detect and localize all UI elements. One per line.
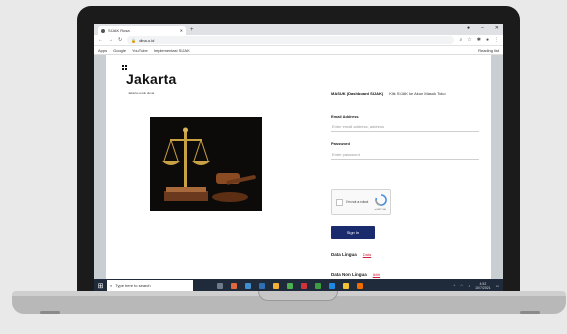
login-card: Jakarta Jakarta untuk dunia MASUK (Dashb…	[106, 55, 491, 279]
form-header-note: Klik SIJAK ke Akun Masuk Toko	[389, 91, 446, 96]
reading-list-button[interactable]: Reading list	[478, 48, 499, 53]
taskbar-app-icon[interactable]	[287, 282, 293, 289]
chevron-up-icon[interactable]: ^	[454, 284, 456, 288]
clock-date: 10/7/2021	[475, 285, 491, 290]
taskbar-app-icon[interactable]	[245, 282, 251, 289]
bookmarks-bar: Apps Google YouTube Implementasi SIJAK R…	[94, 46, 503, 55]
forward-arrow-icon[interactable]: →	[108, 37, 113, 43]
page-background: Jakarta Jakarta untuk dunia MASUK (Dashb…	[94, 55, 503, 279]
menu-kebab-icon[interactable]: ⋮	[494, 37, 499, 43]
system-tray: ^ ◠ ♪ 4:52 10/7/2021 ▭	[454, 282, 503, 290]
jakarta-logo: Jakarta	[122, 65, 177, 87]
taskbar-app-icon[interactable]	[273, 282, 279, 289]
browser-toolbar: ← → ↻ 🔒 dina.o.id ⌕ ☆ ✱ ● ⋮	[94, 35, 503, 46]
laptop-scene: SIJAK Rusa ✕ + ● – ✕ ← → ↻ 🔒 dina.o.id ⌕…	[0, 0, 567, 334]
close-window-button[interactable]: ✕	[495, 25, 499, 31]
logo-tagline: Jakarta untuk dunia	[128, 91, 155, 95]
recaptcha-label: I'm not a robot	[346, 200, 369, 204]
logo-dots-icon	[122, 65, 130, 73]
taskbar-search-icon: ⌕	[110, 283, 113, 288]
logo-text: Jakarta	[126, 71, 177, 87]
maximize-button[interactable]: –	[481, 25, 484, 31]
taskbar-app-icon[interactable]	[315, 282, 321, 289]
recaptcha-checkbox[interactable]	[336, 199, 343, 206]
taskbar-app-icon[interactable]	[329, 282, 335, 289]
new-tab-button[interactable]: +	[190, 27, 194, 33]
data-lingua-row: Data Lingua Data	[331, 252, 371, 257]
form-header: MASUK (Dashboard SIJAK) Klik SIJAK ke Aku…	[331, 91, 446, 96]
email-label: Email Address	[331, 114, 359, 119]
address-bar[interactable]: 🔒 dina.o.id	[127, 36, 455, 44]
minimize-button[interactable]: ●	[467, 25, 470, 31]
bookmark-youtube[interactable]: YouTube	[132, 48, 148, 53]
sign-in-button[interactable]: Sign In	[331, 226, 375, 239]
bookmark-implementasi[interactable]: Implementasi SIJAK	[154, 48, 190, 53]
data-lingua-label: Data Lingua	[331, 252, 357, 257]
justice-scale-image	[150, 117, 262, 211]
data-non-lingua-link[interactable]: Ikhti	[373, 272, 380, 277]
laptop-foot-left	[40, 311, 60, 314]
laptop-foot-right	[520, 311, 540, 314]
taskbar-search-placeholder: Type here to search	[115, 283, 151, 288]
data-non-lingua-row: Data Non Lingua Ikhti	[331, 272, 380, 277]
address-url: dina.o.id	[139, 37, 155, 43]
password-label: Password	[331, 141, 350, 146]
back-arrow-icon[interactable]: ←	[98, 37, 103, 43]
taskbar-app-icons	[217, 282, 363, 289]
taskbar-app-icon[interactable]	[357, 282, 363, 289]
recaptcha-widget: I'm not a robot reCAPTCHA	[331, 189, 391, 215]
volume-icon[interactable]: ♪	[468, 284, 470, 288]
browser-tab[interactable]: SIJAK Rusa ✕	[98, 26, 186, 35]
taskbar-app-icon[interactable]	[217, 282, 223, 289]
recaptcha-logo-icon	[375, 194, 387, 206]
password-field[interactable]: Enter password	[331, 149, 479, 160]
taskbar-app-icon[interactable]	[259, 282, 265, 289]
taskbar-app-icon[interactable]	[231, 282, 237, 289]
recaptcha-brand: reCAPTCHA	[374, 209, 386, 211]
tab-favicon-icon	[101, 28, 105, 33]
form-title: MASUK (Dashboard SIJAK)	[331, 91, 384, 96]
bookmark-apps[interactable]: Apps	[98, 48, 107, 53]
reload-icon[interactable]: ↻	[118, 37, 122, 43]
notification-icon[interactable]: ▭	[496, 284, 499, 288]
data-lingua-link[interactable]: Data	[363, 252, 371, 257]
taskbar-search-input[interactable]: ⌕ Type here to search	[107, 280, 193, 291]
taskbar-clock[interactable]: 4:52 10/7/2021	[475, 282, 491, 290]
browser-tab-bar: SIJAK Rusa ✕ + ● – ✕	[94, 24, 503, 35]
window-controls: ● – ✕	[467, 25, 499, 31]
wifi-icon[interactable]: ◠	[460, 284, 463, 288]
extension-icon[interactable]: ✱	[477, 37, 481, 43]
lock-icon: 🔒	[131, 37, 137, 43]
email-field[interactable]: Enter email address, address	[331, 121, 479, 132]
taskbar-app-icon[interactable]	[343, 282, 349, 289]
data-non-lingua-label: Data Non Lingua	[331, 272, 367, 277]
laptop-screen: SIJAK Rusa ✕ + ● – ✕ ← → ↻ 🔒 dina.o.id ⌕…	[94, 24, 503, 292]
taskbar-app-icon[interactable]	[301, 282, 307, 289]
tab-title: SIJAK Rusa	[108, 28, 130, 33]
bookmark-google[interactable]: Google	[113, 48, 126, 53]
star-icon[interactable]: ☆	[467, 37, 471, 43]
search-icon[interactable]: ⌕	[459, 37, 462, 43]
laptop-hinge-notch	[258, 291, 338, 301]
scales-gavel-illustration	[150, 117, 262, 211]
tab-close-icon[interactable]: ✕	[180, 28, 183, 33]
profile-avatar[interactable]: ●	[486, 37, 489, 43]
